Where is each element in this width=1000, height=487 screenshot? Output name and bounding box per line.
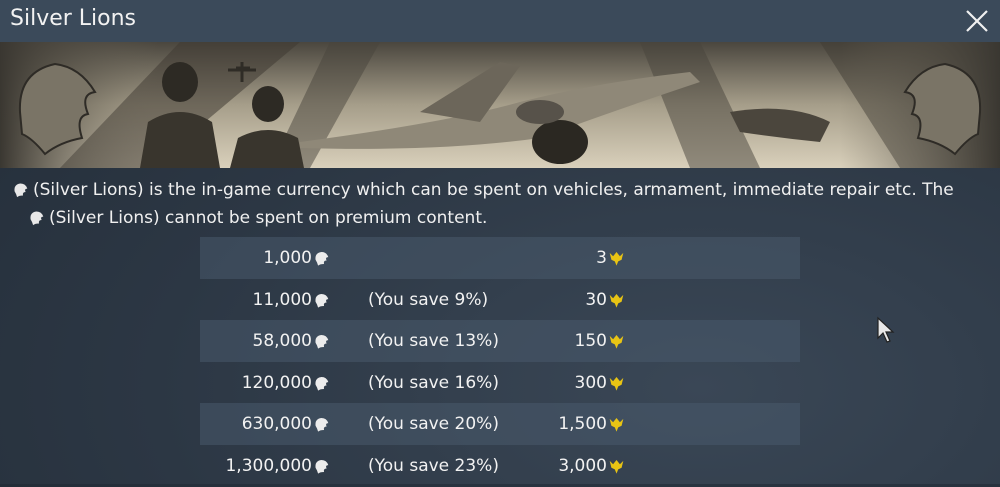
savings-label: (You save 20%) [368, 414, 499, 435]
package-list: 1,000 3 11,000 (You save 9%) 30 58,000 (… [200, 237, 800, 487]
package-row[interactable]: 630,000 (You save 20%) 1,500 [200, 403, 800, 445]
golden-eagles-price: 3 [596, 248, 625, 268]
golden-eagle-icon [609, 252, 624, 266]
silver-lion-icon [315, 460, 329, 474]
description-line-1: (Silver Lions) is the in-game currency w… [12, 176, 982, 204]
golden-eagles-price: 1,500 [558, 414, 625, 434]
description-line-2: (Silver Lions) cannot be spent on premiu… [12, 204, 982, 232]
golden-eagle-icon [609, 293, 624, 308]
savings-label: (You save 23%) [368, 455, 499, 476]
package-row[interactable]: 11,000 (You save 9%) 30 [200, 279, 800, 321]
silver-lion-icon [315, 252, 329, 266]
golden-eagle-icon [609, 460, 624, 474]
golden-eagle-icon [609, 335, 624, 349]
golden-eagles-price: 300 [575, 373, 625, 393]
silver-lion-icon [315, 376, 329, 391]
close-icon [966, 10, 988, 32]
silver-lion-icon [315, 418, 329, 433]
silver-lion-icon [30, 211, 44, 226]
golden-eagle-icon [609, 376, 624, 391]
package-row[interactable]: 1,300,000 (You save 23%) 3,000 [200, 445, 800, 487]
description: (Silver Lions) is the in-game currency w… [12, 176, 982, 232]
title-bar: Silver Lions [0, 0, 1000, 42]
close-button[interactable] [960, 4, 994, 38]
silver-lion-icon [315, 335, 329, 349]
silver-lions-amount: 630,000 [242, 414, 330, 434]
package-row[interactable]: 58,000 (You save 13%) 150 [200, 320, 800, 362]
silver-lion-icon [315, 293, 329, 308]
silver-lions-amount: 120,000 [242, 373, 330, 393]
golden-eagles-price: 3,000 [558, 456, 625, 476]
golden-eagle-icon [609, 418, 624, 433]
golden-eagles-price: 30 [585, 290, 625, 310]
mouse-cursor-icon [877, 316, 895, 343]
savings-label: (You save 16%) [368, 372, 499, 393]
golden-eagles-price: 150 [575, 331, 625, 351]
package-row[interactable]: 1,000 3 [200, 237, 800, 279]
banner-image [0, 42, 1000, 168]
silver-lions-amount: 11,000 [253, 290, 330, 310]
silver-lions-amount: 1,300,000 [225, 456, 330, 476]
package-row[interactable]: 120,000 (You save 16%) 300 [200, 362, 800, 404]
silver-lions-amount: 58,000 [253, 331, 330, 351]
savings-label: (You save 13%) [368, 331, 499, 352]
savings-label: (You save 9%) [368, 289, 489, 310]
window-title: Silver Lions [10, 6, 137, 31]
silver-lions-amount: 1,000 [263, 248, 330, 268]
silver-lion-icon [14, 183, 28, 198]
